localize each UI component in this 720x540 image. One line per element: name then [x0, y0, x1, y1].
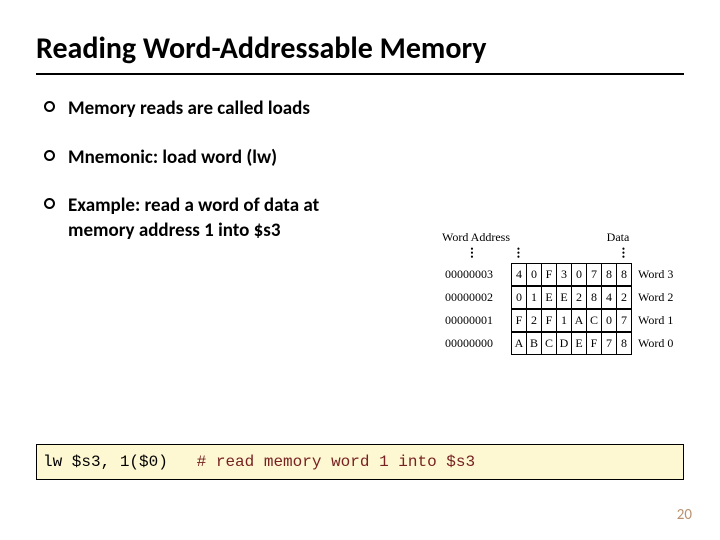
header-data: Data — [558, 230, 678, 245]
byte-cell: C — [587, 310, 602, 332]
byte-cell: F — [587, 333, 602, 355]
bullet-text: Example: read a word of data at — [68, 194, 684, 219]
memory-bytes: 4 0 F 3 0 7 8 8 — [511, 263, 632, 286]
word-address: 00000000 — [433, 336, 511, 351]
byte-cell: 7 — [602, 333, 617, 355]
byte-cell: 2 — [617, 287, 632, 309]
memory-bytes: A B C D E F 7 8 — [511, 332, 632, 355]
byte-cell: F — [542, 264, 557, 286]
word-label: Word 0 — [632, 336, 682, 351]
byte-cell: C — [542, 333, 557, 355]
word-address: 00000002 — [433, 290, 511, 305]
ellipsis-icon: ••• — [433, 247, 511, 263]
byte-cell: 2 — [527, 310, 542, 332]
word-label: Word 2 — [632, 290, 682, 305]
page-number: 20 — [677, 506, 692, 524]
byte-cell: 8 — [617, 333, 632, 355]
byte-cell: 7 — [587, 264, 602, 286]
code-instruction: lw $s3, 1($0) — [43, 453, 168, 471]
bullet-item: Memory reads are called loads — [44, 97, 684, 122]
word-address: 00000003 — [433, 267, 511, 282]
memory-bytes: F 2 F 1 A C 0 7 — [511, 309, 632, 332]
code-example: lw $s3, 1($0) # read memory word 1 into … — [36, 444, 684, 480]
byte-cell: 8 — [602, 264, 617, 286]
byte-cell: 4 — [512, 264, 527, 286]
bullet-text: Memory reads are called loads — [68, 97, 684, 122]
code-comment: # read memory word 1 into $s3 — [197, 453, 475, 471]
byte-cell: 0 — [527, 264, 542, 286]
byte-cell: 7 — [617, 310, 632, 332]
byte-cell: 0 — [572, 264, 587, 286]
word-label: Word 1 — [632, 313, 682, 328]
bullet-text: Mnemonic: load word (lw) — [68, 146, 684, 171]
memory-diagram: Word Address Data ••• ••• ••• 00000003 4… — [433, 230, 682, 355]
bullet-marker-icon — [44, 198, 55, 209]
byte-cell: 1 — [557, 310, 572, 332]
byte-cell: 1 — [527, 287, 542, 309]
bullet-list: Memory reads are called loads Mnemonic: … — [36, 97, 684, 244]
byte-cell: 0 — [602, 310, 617, 332]
memory-row: 00000001 F 2 F 1 A C 0 7 Word 1 — [433, 309, 682, 332]
byte-cell: F — [542, 310, 557, 332]
memory-row: 00000000 A B C D E F 7 8 Word 0 — [433, 332, 682, 355]
bullet-marker-icon — [44, 150, 55, 161]
byte-cell: E — [557, 287, 572, 309]
byte-cell: 8 — [617, 264, 632, 286]
bullet-marker-icon — [44, 101, 55, 112]
byte-cell: 8 — [587, 287, 602, 309]
byte-cell: B — [527, 333, 542, 355]
bullet-item: Mnemonic: load word (lw) — [44, 146, 684, 171]
byte-cell: A — [572, 310, 587, 332]
byte-cell: E — [542, 287, 557, 309]
memory-row: 00000003 4 0 F 3 0 7 8 8 Word 3 — [433, 263, 682, 286]
byte-cell: E — [572, 333, 587, 355]
byte-cell: A — [512, 333, 527, 355]
byte-cell: D — [557, 333, 572, 355]
diagram-ellipsis-row: ••• ••• ••• — [433, 247, 682, 263]
ellipsis-icon: ••• — [616, 247, 631, 263]
ellipsis-icon: ••• — [511, 247, 526, 263]
byte-cell: 4 — [602, 287, 617, 309]
slide-title: Reading Word-Addressable Memory — [36, 30, 684, 67]
word-label: Word 3 — [632, 267, 682, 282]
header-word-address: Word Address — [437, 230, 515, 245]
slide: Reading Word-Addressable Memory Memory r… — [0, 0, 720, 540]
word-address: 00000001 — [433, 313, 511, 328]
title-underline — [36, 73, 684, 75]
byte-cell: 3 — [557, 264, 572, 286]
memory-row: 00000002 0 1 E E 2 8 4 2 Word 2 — [433, 286, 682, 309]
byte-cell: F — [512, 310, 527, 332]
byte-cell: 2 — [572, 287, 587, 309]
byte-cell: 0 — [512, 287, 527, 309]
ellipsis-data: ••• ••• — [511, 247, 631, 263]
memory-bytes: 0 1 E E 2 8 4 2 — [511, 286, 632, 309]
